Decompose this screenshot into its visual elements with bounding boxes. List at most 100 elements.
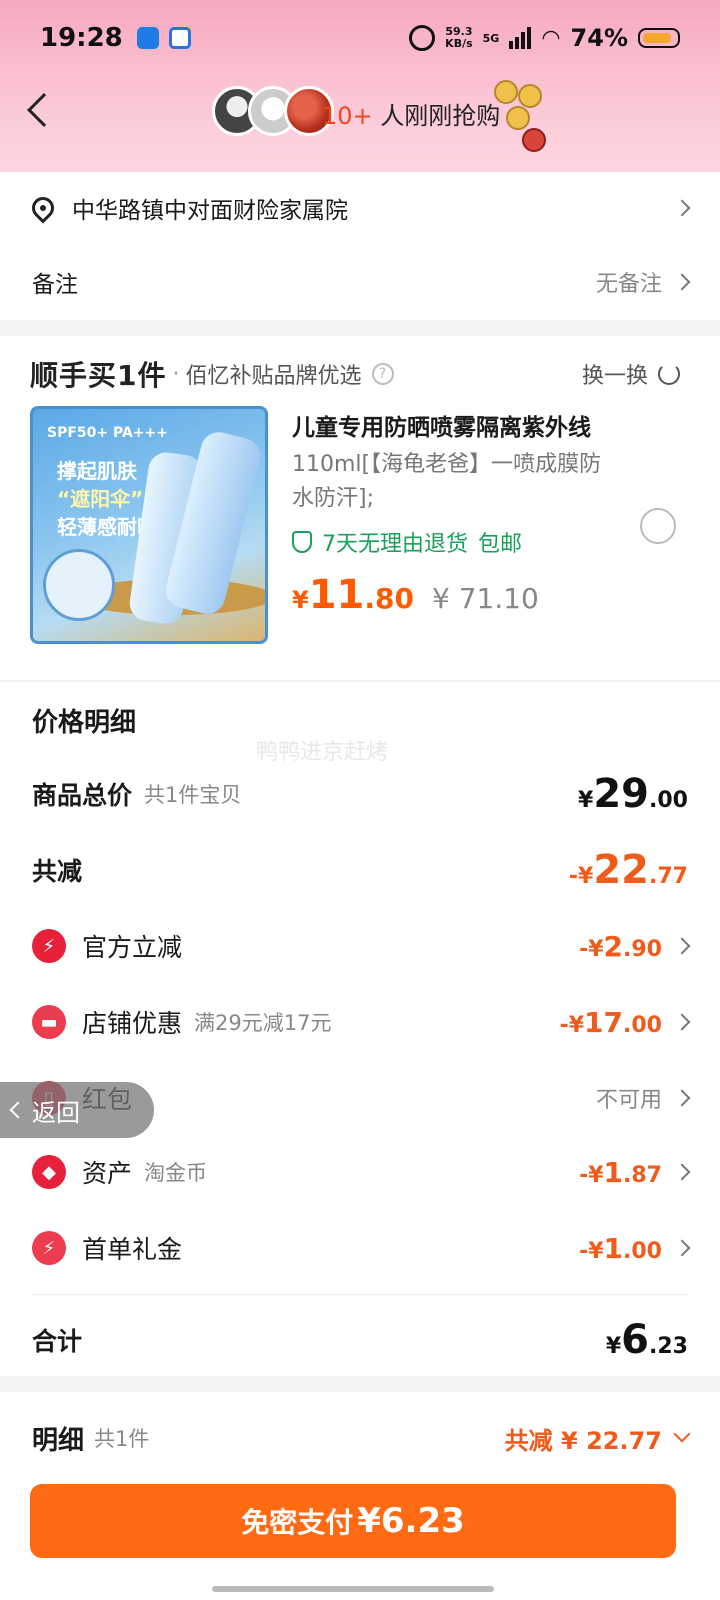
row-label: 首单礼金 [82, 1235, 183, 1264]
chevron-down-icon [673, 1425, 691, 1443]
back-arrow-icon[interactable] [27, 93, 61, 127]
chevron-right-icon [673, 273, 691, 291]
return-policy-badge: 7天无理由退货 [322, 532, 468, 557]
app-notification-icon [136, 27, 159, 49]
floating-back-label: 返回 [32, 1098, 80, 1127]
amount-integer: 29 [593, 771, 650, 817]
official-discount-amount: -¥ 2.90 [579, 930, 662, 963]
swap-label: 换一换 [581, 364, 648, 389]
row-subtotal: 商品总价 共1件宝贝 ¥29.00 [32, 766, 688, 822]
battery-percent: 74% [570, 24, 628, 52]
amount-integer: 2 [603, 929, 624, 963]
red-packet-status: 不可用 [595, 1088, 662, 1113]
row-label: 官方立减 [82, 933, 183, 962]
chevron-left-icon [9, 1101, 27, 1119]
separator-dot: · [172, 361, 180, 387]
chevron-right-icon [673, 937, 691, 955]
price-integer: 11 [308, 572, 365, 618]
row-sublabel: 共1件宝贝 [144, 783, 242, 807]
checkout-summary[interactable]: 明细 共1件 共减 ¥ 22.77 [32, 1418, 691, 1458]
free-shipping-badge: 包邮 [478, 532, 523, 557]
amount-symbol: -¥ [579, 1238, 604, 1264]
store-discount-amount: -¥ 17.00 [560, 1006, 662, 1039]
battery-icon [638, 28, 680, 48]
row-official-discount[interactable]: ⚡ 官方立减 -¥ 2.90 [32, 918, 691, 974]
row-label: 共减 [32, 857, 83, 886]
amount-symbol: -¥ [579, 936, 604, 962]
note-row[interactable]: 备注 无备注 [0, 244, 720, 320]
assets-discount-amount: -¥ 1.87 [579, 1156, 662, 1189]
amount-decimal: .00 [623, 1012, 662, 1038]
help-icon[interactable]: ? [371, 363, 394, 385]
lightning-icon: ⚡ [32, 1231, 66, 1265]
network-type: 5G [482, 31, 500, 45]
divider [32, 1294, 688, 1295]
row-first-order-gift[interactable]: ⚡ 首单礼金 -¥ 1.00 [32, 1220, 691, 1276]
amount-integer: 22 [593, 847, 650, 893]
chevron-right-icon [673, 199, 691, 217]
total-label: 合计 [32, 1327, 83, 1356]
original-price: ¥ 71.10 [431, 582, 539, 615]
festive-decoration-icon [488, 80, 550, 160]
product-price: ¥11.80 [292, 572, 414, 618]
amount-symbol: -¥ [559, 1012, 585, 1038]
product-image[interactable]: SPF50+ PA+++ 撑起肌肤 “遮阳伞” 轻薄感耐晒 [30, 406, 268, 644]
chevron-right-icon [673, 1089, 691, 1107]
amount-decimal: .90 [623, 936, 662, 962]
subtotal-amount: ¥29.00 [578, 771, 688, 817]
total-discount-amount: -¥ 22.77 [569, 847, 688, 893]
shield-check-icon [292, 531, 312, 553]
amount-decimal: .77 [649, 864, 688, 889]
row-label: 店铺优惠 [82, 1009, 183, 1038]
product-title[interactable]: 儿童专用防晒喷雾隔离紫外线 [292, 412, 622, 444]
amount-decimal: .23 [649, 1334, 688, 1359]
recommendation-subtitle: 佰忆补贴品牌优选 [185, 364, 362, 389]
row-sublabel: 满29元减17元 [194, 1011, 332, 1035]
swap-button[interactable]: 换一换 [582, 358, 680, 390]
product-image-line-1: 撑起肌肤 [57, 459, 137, 483]
product-price-row: ¥11.80 ¥ 71.10 [292, 572, 539, 618]
recent-buyers-count: 10+ [322, 102, 373, 130]
note-value: 无备注 [595, 272, 662, 297]
row-store-discount[interactable]: ▬ 店铺优惠 满29元减17元 -¥ 17.00 [32, 994, 691, 1050]
home-indicator[interactable] [212, 1586, 494, 1592]
amount-integer: 1 [603, 1231, 624, 1265]
buyer-avatars [212, 86, 334, 136]
row-total-discount: 共减 -¥ 22.77 [32, 842, 688, 898]
nav-bar: 10+ 人刚刚抢购 [0, 76, 720, 152]
product-image-line-2: “遮阳伞” [57, 487, 144, 511]
net-speed: 59.3 KB/s [445, 26, 472, 50]
grand-total-amount: ¥6.23 [606, 1317, 688, 1363]
recommendation-header: 顺手买1件 · 佰忆补贴品牌优选 ? 换一换 [30, 354, 680, 394]
signal-icon [509, 27, 532, 49]
lightning-icon: ⚡ [32, 929, 66, 963]
select-product-radio[interactable] [640, 508, 676, 544]
recommendation-brand: 顺手买1件 [30, 359, 167, 392]
amount-symbol: ¥ [578, 788, 594, 813]
app-notification-icon-2 [168, 27, 191, 49]
amount-decimal: .00 [623, 1238, 662, 1264]
summary-savings: 共减 ¥ 22.77 [504, 1426, 662, 1455]
row-label: 商品总价 [32, 781, 133, 810]
first-order-gift-amount: -¥ 1.00 [579, 1232, 662, 1265]
amount-integer: 17 [584, 1005, 624, 1039]
add-on-recommendation: 顺手买1件 · 佰忆补贴品牌优选 ? 换一换 SPF50+ PA+++ 撑起肌肤… [0, 336, 720, 680]
address-text: 中华路镇中对面财险家属院 [72, 198, 348, 224]
row-sublabel: 淘金币 [144, 1161, 208, 1185]
price-symbol: ¥ [292, 586, 309, 614]
address-row[interactable]: 中华路镇中对面财险家属院 [0, 172, 720, 244]
amount-symbol: -¥ [568, 864, 594, 889]
row-grand-total: 合计 ¥6.23 [32, 1312, 688, 1368]
amount-integer: 6 [621, 1317, 650, 1363]
recent-buyers-text: 10+ 人刚刚抢购 [322, 96, 500, 131]
alarm-icon [409, 25, 436, 51]
summary-count: 共1件 [94, 1427, 150, 1451]
chevron-right-icon [673, 1013, 691, 1031]
product-image-badge: SPF50+ PA+++ [47, 425, 168, 441]
pay-button[interactable]: 免密支付 ¥6.23 [30, 1484, 676, 1558]
pay-button-label: 免密支付 [241, 1506, 354, 1539]
recent-buyers-label: 人刚刚抢购 [372, 102, 501, 130]
row-assets[interactable]: ◆ 资产 淘金币 -¥ 1.87 [32, 1144, 691, 1200]
floating-back-button[interactable]: 返回 [0, 1082, 154, 1138]
watermark: 鸭鸭进京赶烤 [256, 740, 389, 765]
